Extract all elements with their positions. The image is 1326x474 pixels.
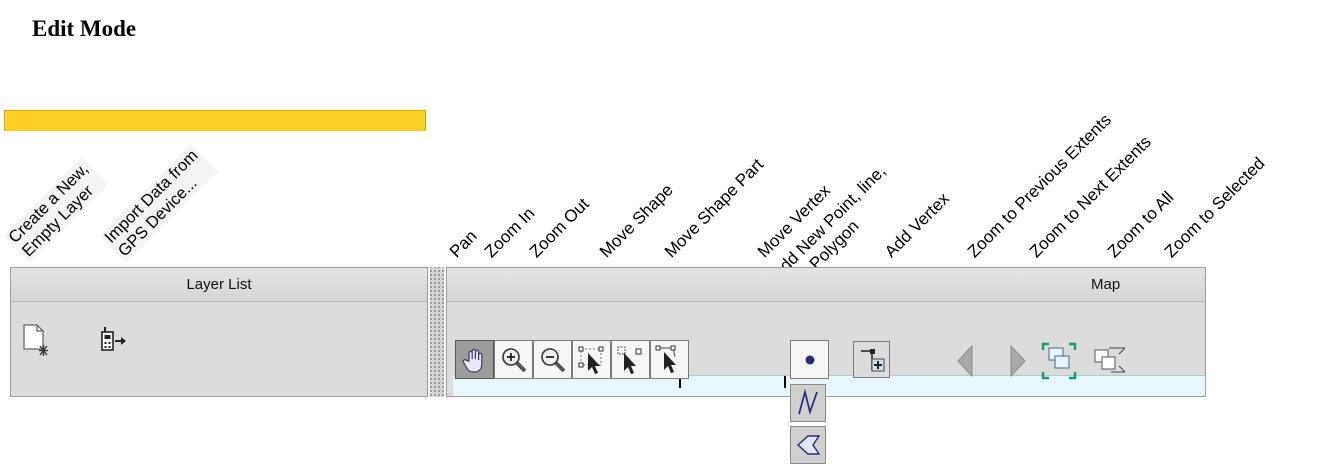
zoom-in-icon bbox=[501, 347, 526, 372]
move-vertex-icon bbox=[655, 345, 676, 373]
annotation-zoom-selected: Zoom to Selected bbox=[1160, 153, 1269, 262]
map-tick bbox=[784, 376, 786, 388]
page-title: Edit Mode bbox=[32, 16, 137, 41]
line-icon bbox=[798, 388, 818, 415]
polygon-icon bbox=[796, 435, 821, 455]
add-point-button[interactable] bbox=[790, 340, 829, 379]
gps-import-icon[interactable] bbox=[94, 322, 134, 358]
layer-list-title: Layer List bbox=[11, 268, 427, 302]
new-layer-icon[interactable] bbox=[20, 320, 50, 360]
layer-list-panel: Layer List bbox=[10, 267, 428, 397]
zoom-out-button[interactable] bbox=[533, 340, 572, 379]
annotation-import-gps: Import Data from GPS Device... bbox=[99, 144, 218, 263]
annotation-zoom-out: Zoom Out bbox=[525, 194, 593, 262]
move-shape-part-icon bbox=[617, 346, 641, 374]
annotation-pan: Pan bbox=[445, 226, 481, 262]
move-shape-part-button[interactable] bbox=[611, 340, 650, 379]
pan-button[interactable] bbox=[455, 340, 494, 379]
annotation-create-layer: Create a New, Empty Layer bbox=[3, 157, 109, 263]
panel-splitter[interactable] bbox=[430, 267, 444, 397]
add-line-button[interactable] bbox=[790, 384, 826, 422]
add-polygon-button[interactable] bbox=[790, 426, 826, 464]
point-icon bbox=[805, 355, 814, 364]
layer-toolbar bbox=[11, 303, 427, 347]
zoom-to-selected-icon[interactable] bbox=[1090, 341, 1128, 381]
zoom-out-icon bbox=[540, 347, 565, 372]
map-title: Map bbox=[447, 268, 1205, 302]
zoom-in-button[interactable] bbox=[494, 340, 533, 379]
add-vertex-button[interactable] bbox=[853, 341, 890, 378]
move-vertex-button[interactable] bbox=[650, 340, 689, 379]
zoom-to-all-icon[interactable] bbox=[1040, 341, 1078, 381]
zoom-next-extents-icon[interactable] bbox=[1003, 342, 1031, 380]
zoom-previous-extents-icon[interactable] bbox=[952, 342, 980, 380]
move-shape-button[interactable] bbox=[572, 340, 611, 379]
selected-layer-row[interactable] bbox=[4, 110, 426, 131]
move-shape-icon bbox=[578, 346, 603, 374]
hand-icon bbox=[462, 348, 482, 373]
annotation-move-shape-part: Move Shape Part bbox=[660, 154, 768, 262]
add-vertex-icon bbox=[860, 348, 884, 371]
